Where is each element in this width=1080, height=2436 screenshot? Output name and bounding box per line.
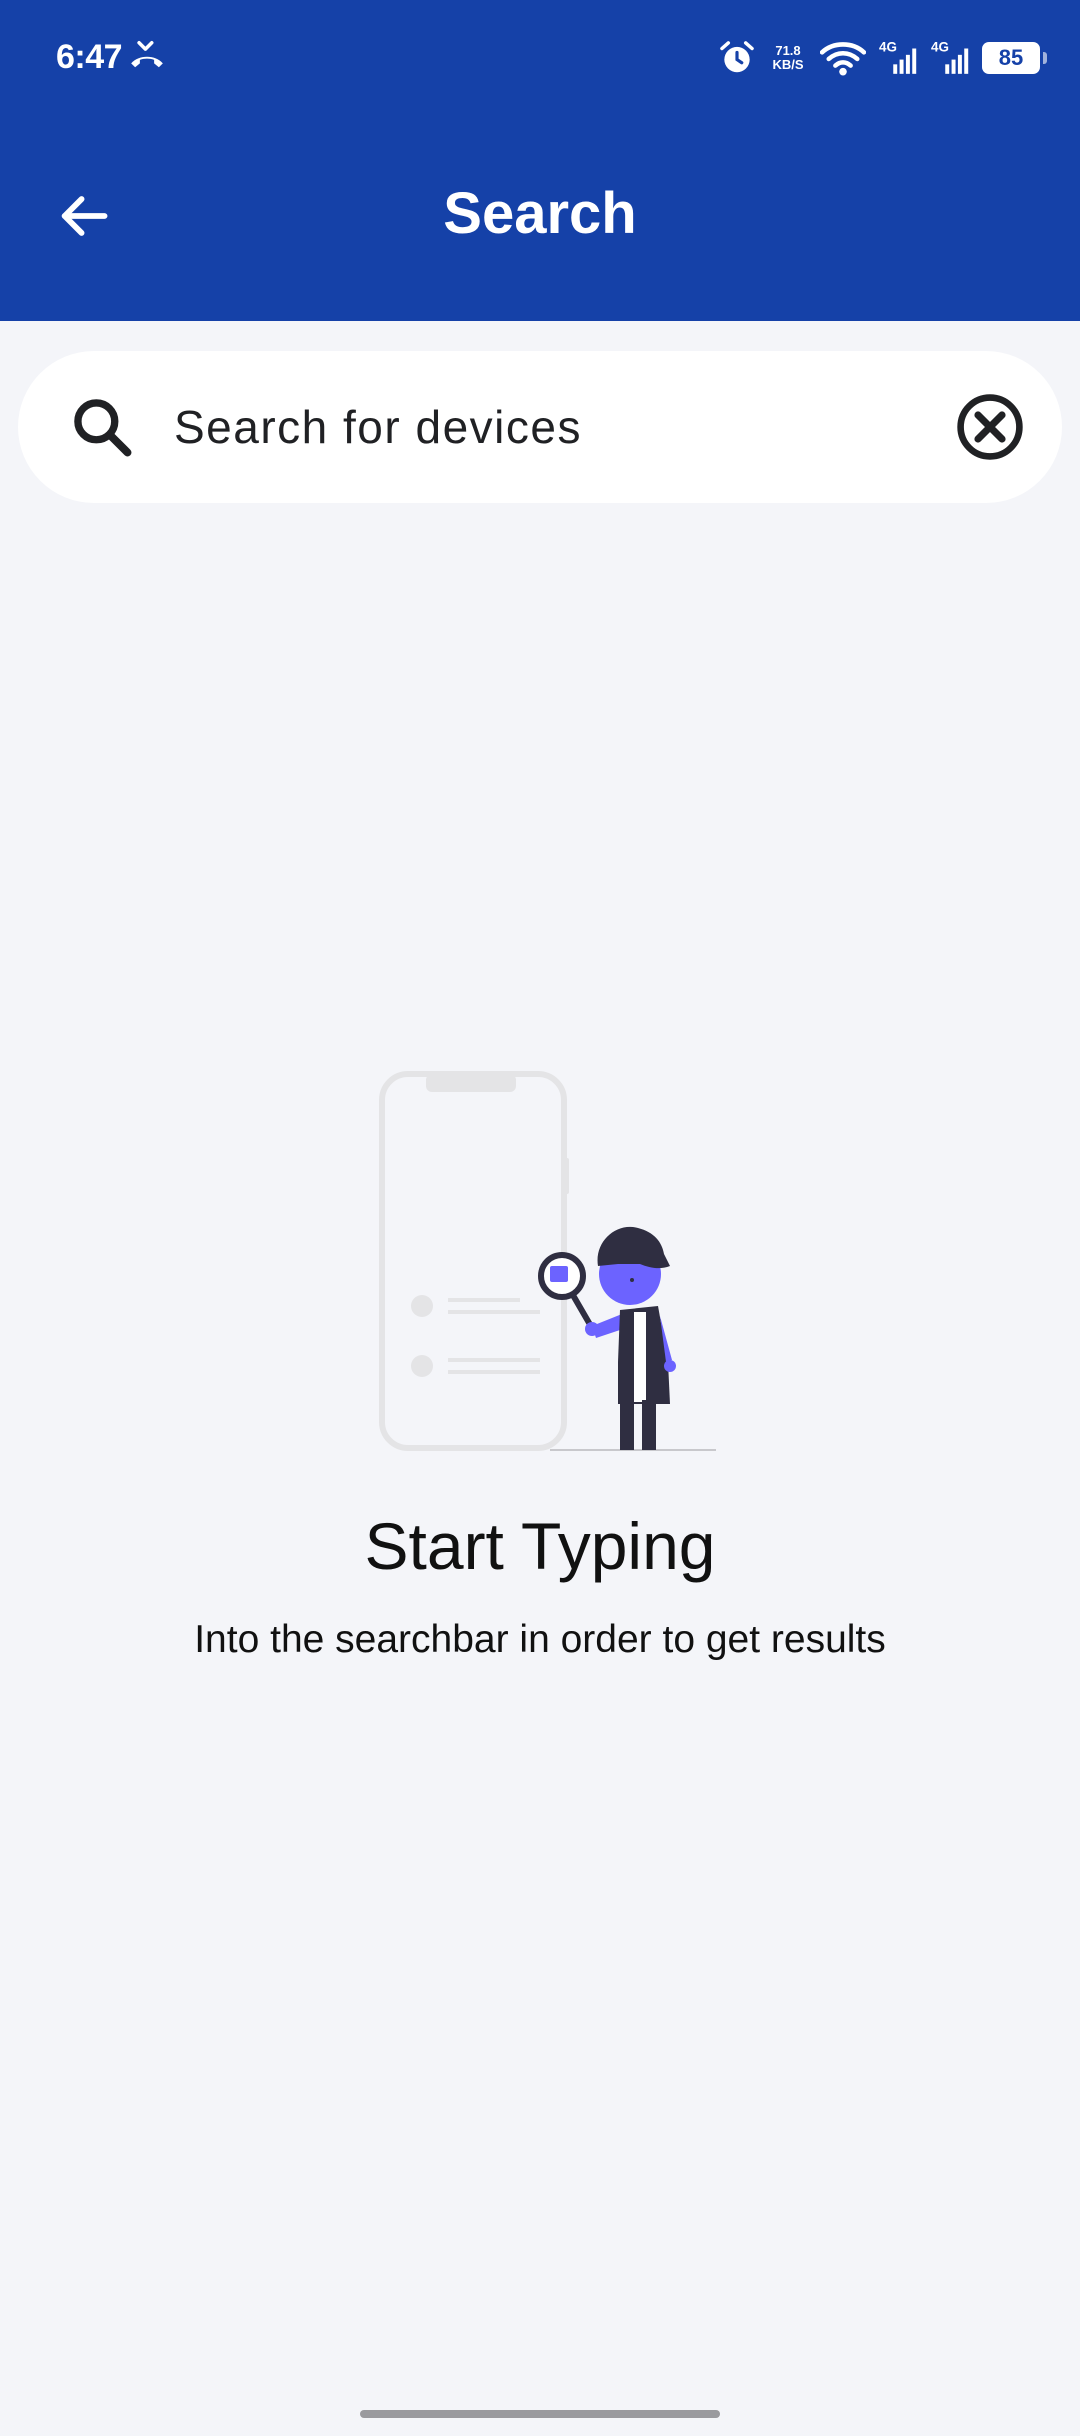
close-circle-icon[interactable]	[954, 391, 1026, 463]
phone-outline	[379, 1071, 567, 1451]
person-with-magnifier-illustration	[379, 1071, 716, 1451]
phone-notch	[426, 1074, 516, 1092]
magnifier-content	[550, 1266, 568, 1282]
signal-icon-2: 4G	[931, 40, 969, 74]
empty-state-subtitle: Into the searchbar in order to get resul…	[194, 1618, 886, 1661]
leg-right	[642, 1400, 656, 1450]
list-dot-1	[411, 1295, 433, 1317]
eye	[630, 1278, 634, 1282]
search-input[interactable]	[174, 387, 934, 467]
status-time: 6:47	[56, 38, 123, 76]
battery-icon: 85	[982, 42, 1047, 74]
network-label-1: 4G	[879, 40, 897, 55]
empty-state-title: Start Typing	[364, 1509, 716, 1583]
leg-left	[620, 1400, 634, 1450]
hair	[597, 1226, 670, 1269]
hand-left	[585, 1322, 599, 1336]
alarm-icon	[720, 41, 754, 73]
search-bar[interactable]	[18, 351, 1062, 503]
shirt	[634, 1312, 646, 1402]
network-speed-unit: KB/S	[772, 57, 804, 72]
signal-icon-1: 4G	[879, 40, 917, 74]
list-dot-2	[411, 1355, 433, 1377]
missed-call-icon	[131, 41, 163, 68]
search-icon	[74, 399, 132, 457]
home-indicator[interactable]	[360, 2410, 720, 2418]
app-bar: 6:47 71.8 KB/S 4G 4G 85 Search	[0, 0, 1080, 321]
network-label-2: 4G	[931, 40, 949, 55]
hand-right	[664, 1360, 676, 1372]
page-title: Search	[443, 181, 637, 246]
phone-side-button	[563, 1158, 569, 1194]
status-bar: 6:47 71.8 KB/S 4G 4G 85	[0, 0, 1080, 120]
network-speed: 71.8 KB/S	[768, 44, 808, 72]
status-icons: 71.8 KB/S 4G 4G 85	[718, 36, 1047, 80]
battery-level: 85	[998, 45, 1024, 70]
wifi-icon	[820, 42, 866, 76]
network-speed-value: 71.8	[775, 43, 801, 58]
